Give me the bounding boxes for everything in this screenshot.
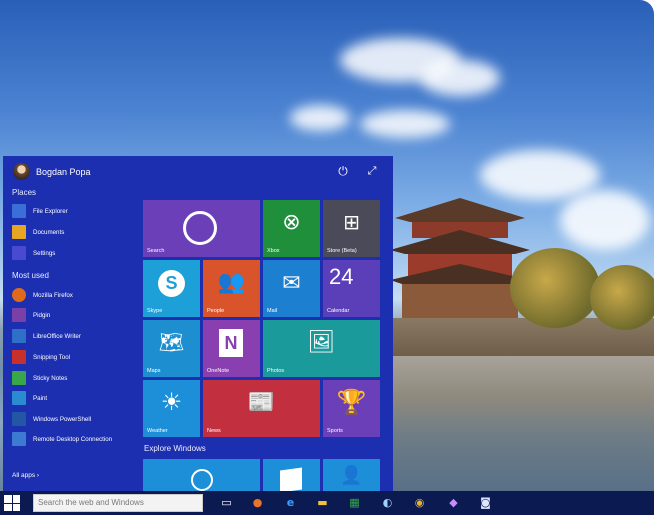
tile-search[interactable]: Search	[143, 200, 260, 257]
start-button[interactable]	[4, 495, 20, 511]
tile-maps[interactable]: 🗺 Maps	[143, 320, 200, 377]
all-apps-link[interactable]: All apps ›	[12, 472, 39, 479]
most-used-item-writer[interactable]: LibreOffice Writer	[12, 327, 137, 345]
user-name: Bogdan Popa	[36, 166, 91, 177]
taskbar-search-input[interactable]: Search the web and Windows	[33, 494, 203, 512]
folder-icon	[12, 204, 26, 218]
user-account[interactable]: Bogdan Popa	[13, 163, 91, 180]
taskbar: Search the web and Windows ▭ ● e ▬ ▦ ◐ ◉…	[0, 491, 654, 515]
gear-icon	[12, 246, 26, 260]
sun-icon: ☀	[160, 388, 183, 416]
tile-weather[interactable]: ☀ Weather	[143, 380, 200, 437]
most-used-heading: Most used	[12, 271, 49, 280]
most-used-item-sticky-notes[interactable]: Sticky Notes	[12, 369, 137, 387]
store-bag-icon: ⊞	[343, 210, 360, 234]
start-menu: Bogdan Popa ⏻ ⤢ Places File Explorer Doc…	[3, 156, 393, 493]
search-circle-icon	[183, 211, 217, 245]
help-icon	[191, 469, 213, 491]
calendar-day: 24	[329, 264, 354, 289]
paint-icon	[12, 391, 26, 405]
most-used-item-firefox[interactable]: Mozilla Firefox	[12, 286, 137, 304]
tile-onenote[interactable]: N OneNote	[203, 320, 260, 377]
sticky-notes-icon	[12, 371, 26, 385]
task-view-icon[interactable]: ▭	[219, 495, 234, 510]
mail-icon: ✉	[282, 271, 301, 296]
pidgin-icon	[12, 308, 26, 322]
onenote-icon: N	[219, 329, 243, 357]
tile-xbox[interactable]: ⊗ Xbox	[263, 200, 320, 257]
tile-photos[interactable]: 🖼 Photos	[263, 320, 380, 377]
tile-people[interactable]: 👥 People	[203, 260, 260, 317]
power-icon[interactable]: ⏻	[336, 164, 350, 178]
most-used-item-remote-desktop[interactable]: Remote Desktop Connection	[12, 430, 137, 448]
remote-desktop-icon	[12, 432, 26, 446]
remote-desktop-taskbar-icon[interactable]: ◐	[380, 495, 395, 510]
xbox-icon: ⊗	[282, 210, 301, 235]
firefox-icon	[12, 288, 26, 302]
photo-icon: 🖼	[307, 330, 336, 355]
news-icon: 📰	[247, 390, 276, 415]
map-icon: 🗺	[158, 330, 185, 354]
avatar	[13, 163, 30, 180]
people-icon: 👥	[217, 270, 246, 295]
most-used-item-paint[interactable]: Paint	[12, 389, 137, 407]
pidgin-taskbar-icon[interactable]: ◆	[446, 495, 461, 510]
tile-mail[interactable]: ✉ Mail	[263, 260, 320, 317]
most-used-item-powershell[interactable]: Windows PowerShell	[12, 410, 137, 428]
trophy-icon: 🏆	[336, 388, 367, 416]
firefox-taskbar-icon[interactable]: ●	[250, 495, 265, 510]
tile-get-started[interactable]	[143, 459, 260, 491]
writer-icon	[12, 329, 26, 343]
tile-feedback[interactable]: 👤	[323, 459, 380, 491]
explore-windows-heading: Explore Windows	[144, 444, 206, 453]
most-used-item-snipping-tool[interactable]: Snipping Tool	[12, 348, 137, 366]
tile-store[interactable]: ⊞ Store (Beta)	[323, 200, 380, 257]
tile-calendar[interactable]: 24 Calendar	[323, 260, 380, 317]
skype-icon: S	[158, 270, 185, 297]
tile-windows[interactable]	[263, 459, 320, 493]
places-item-file-explorer[interactable]: File Explorer	[12, 202, 137, 220]
powershell-icon	[12, 412, 26, 426]
places-item-settings[interactable]: Settings	[12, 244, 137, 262]
expand-icon[interactable]: ⤢	[365, 164, 379, 178]
excel-taskbar-icon[interactable]: ▦	[347, 495, 362, 510]
places-heading: Places	[12, 188, 37, 197]
feedback-icon: 👤	[340, 465, 363, 486]
documents-icon	[12, 225, 26, 239]
tile-sports[interactable]: 🏆 Sports	[323, 380, 380, 437]
scissors-icon	[12, 350, 26, 364]
file-explorer-taskbar-icon[interactable]: ▬	[315, 495, 330, 510]
camera-taskbar-icon[interactable]: ◙	[478, 495, 493, 510]
ie-taskbar-icon[interactable]: e	[283, 495, 298, 510]
places-item-documents[interactable]: Documents	[12, 223, 137, 241]
windows-logo-icon	[280, 467, 302, 493]
tile-news[interactable]: 📰 News	[203, 380, 320, 437]
chrome-taskbar-icon[interactable]: ◉	[412, 495, 427, 510]
tile-skype[interactable]: S Skype	[143, 260, 200, 317]
most-used-item-pidgin[interactable]: Pidgin	[12, 306, 137, 324]
